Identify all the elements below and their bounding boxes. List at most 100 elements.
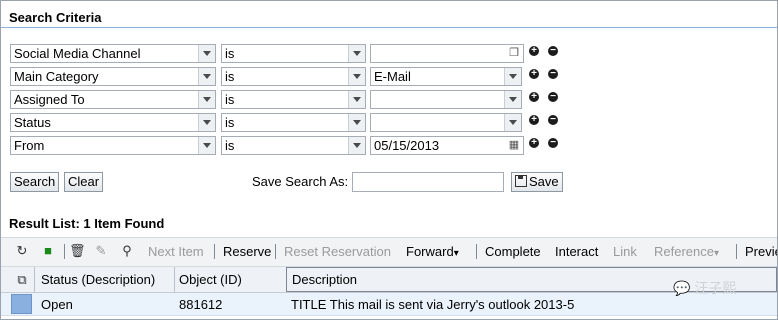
field-select-value: Main Category (14, 69, 99, 84)
search-criteria-title: Search Criteria (9, 10, 102, 25)
value-help-icon[interactable]: ❐ (507, 46, 521, 60)
chevron-down-icon[interactable] (348, 68, 365, 85)
refresh-icon[interactable]: ↻ (15, 243, 29, 259)
value-select-text: E-Mail (374, 69, 411, 84)
next-item-button[interactable]: Next Item (148, 244, 204, 259)
value-select[interactable] (370, 113, 522, 132)
cell-status: Open (41, 297, 73, 312)
remove-row-icon[interactable]: − (548, 69, 558, 79)
hierarchy-icon[interactable]: ⧉ (15, 272, 29, 288)
forward-label: Forward (406, 244, 454, 259)
toolbar-separator (214, 244, 215, 259)
reference-label: Reference (654, 244, 714, 259)
field-select[interactable]: From (10, 136, 216, 155)
floppy-icon (515, 175, 527, 187)
add-row-icon[interactable]: + (529, 138, 539, 148)
chevron-down-icon: ▾ (713, 248, 720, 259)
remove-row-icon[interactable]: − (548, 138, 558, 148)
preview-button[interactable]: Previe (745, 244, 777, 259)
save-button[interactable]: Save (511, 172, 563, 192)
reference-button[interactable]: Reference▾ (654, 244, 719, 259)
operator-select[interactable]: is (221, 67, 366, 86)
field-select[interactable]: Assigned To (10, 90, 216, 109)
field-select[interactable]: Status (10, 113, 216, 132)
chevron-down-icon[interactable] (348, 45, 365, 62)
chevron-down-icon[interactable] (198, 68, 215, 85)
chevron-down-icon[interactable] (348, 114, 365, 131)
trash-icon[interactable]: 🗑 (69, 243, 86, 259)
column-separator (174, 267, 175, 292)
clear-button[interactable]: Clear (64, 172, 104, 192)
date-input[interactable]: 05/15/2013 ▦ (370, 136, 524, 155)
field-select-value: Social Media Channel (14, 46, 141, 61)
chevron-down-icon[interactable] (198, 91, 215, 108)
value-select[interactable] (370, 90, 522, 109)
table-row[interactable]: Open 881612 TITLE This mail is sent via … (1, 293, 777, 316)
remove-row-icon[interactable]: − (548, 115, 558, 125)
toolbar-separator (736, 244, 737, 259)
save-button-label: Save (529, 174, 559, 189)
remove-row-icon[interactable]: − (548, 46, 558, 56)
field-select[interactable]: Main Category (10, 67, 216, 86)
column-header-description: Description (292, 272, 358, 287)
field-select[interactable]: Social Media Channel (10, 44, 216, 63)
calendar-icon[interactable]: ▦ (507, 138, 521, 152)
operator-select-value: is (225, 115, 235, 130)
interact-button[interactable]: Interact (555, 244, 598, 259)
add-row-icon[interactable]: + (529, 92, 539, 102)
lock-icon[interactable]: ■ (41, 243, 55, 259)
chevron-down-icon[interactable] (198, 137, 215, 154)
complete-button[interactable]: Complete (485, 244, 541, 259)
chevron-down-icon[interactable] (504, 114, 521, 131)
operator-select[interactable]: is (221, 136, 366, 155)
result-toolbar: ↻ ■ 🗑 ✎ ⚲ Next Item Reserve Reset Reserv… (1, 237, 777, 267)
operator-select-value: is (225, 69, 235, 84)
reset-reservation-button[interactable]: Reset Reservation (284, 244, 391, 259)
toolbar-separator (64, 244, 65, 259)
link-button[interactable]: Link (613, 244, 637, 259)
search-icon[interactable]: ⚲ (120, 243, 134, 259)
operator-select[interactable]: is (221, 44, 366, 63)
chevron-down-icon[interactable] (198, 114, 215, 131)
chevron-down-icon: ▾ (453, 248, 459, 259)
row-selector[interactable] (11, 294, 32, 314)
search-button[interactable]: Search (10, 172, 60, 192)
search-panel: Search Criteria Social Media Channel is … (0, 0, 778, 320)
watermark: 💬 汪子熙 (673, 278, 736, 298)
forward-button[interactable]: Forward▾ (406, 244, 459, 259)
operator-select-value: is (225, 138, 235, 153)
edit-icon[interactable]: ✎ (94, 243, 108, 259)
field-select-value: Status (14, 115, 51, 130)
operator-select[interactable]: is (221, 113, 366, 132)
value-select[interactable]: E-Mail (370, 67, 522, 86)
operator-select-value: is (225, 92, 235, 107)
column-separator (34, 267, 35, 292)
chevron-down-icon[interactable] (198, 45, 215, 62)
operator-select[interactable]: is (221, 90, 366, 109)
add-row-icon[interactable]: + (529, 115, 539, 125)
result-list-title: Result List: 1 Item Found (9, 216, 165, 231)
date-input-text: 05/15/2013 (374, 138, 440, 153)
save-search-label: Save Search As: (252, 174, 349, 189)
cell-description[interactable]: TITLE This mail is sent via Jerry's outl… (291, 293, 574, 315)
operator-select-value: is (225, 46, 235, 61)
field-select-value: From (14, 138, 45, 153)
chevron-down-icon[interactable] (348, 137, 365, 154)
value-input[interactable]: ❐ (370, 44, 524, 63)
add-row-icon[interactable]: + (529, 69, 539, 79)
title-divider (1, 27, 777, 28)
chevron-down-icon[interactable] (348, 91, 365, 108)
chevron-down-icon[interactable] (504, 91, 521, 108)
toolbar-separator (476, 244, 477, 259)
save-search-input[interactable] (352, 172, 504, 192)
remove-row-icon[interactable]: − (548, 92, 558, 102)
column-header-object-id[interactable]: Object (ID) (179, 267, 242, 292)
toolbar-separator (275, 244, 276, 259)
watermark-text: 汪子熙 (694, 280, 737, 296)
reserve-button[interactable]: Reserve (223, 244, 271, 259)
field-select-value: Assigned To (14, 92, 85, 107)
chevron-down-icon[interactable] (504, 68, 521, 85)
column-header-status[interactable]: Status (Description) (41, 267, 155, 292)
cell-object-id[interactable]: 881612 (179, 293, 222, 315)
add-row-icon[interactable]: + (529, 46, 539, 56)
